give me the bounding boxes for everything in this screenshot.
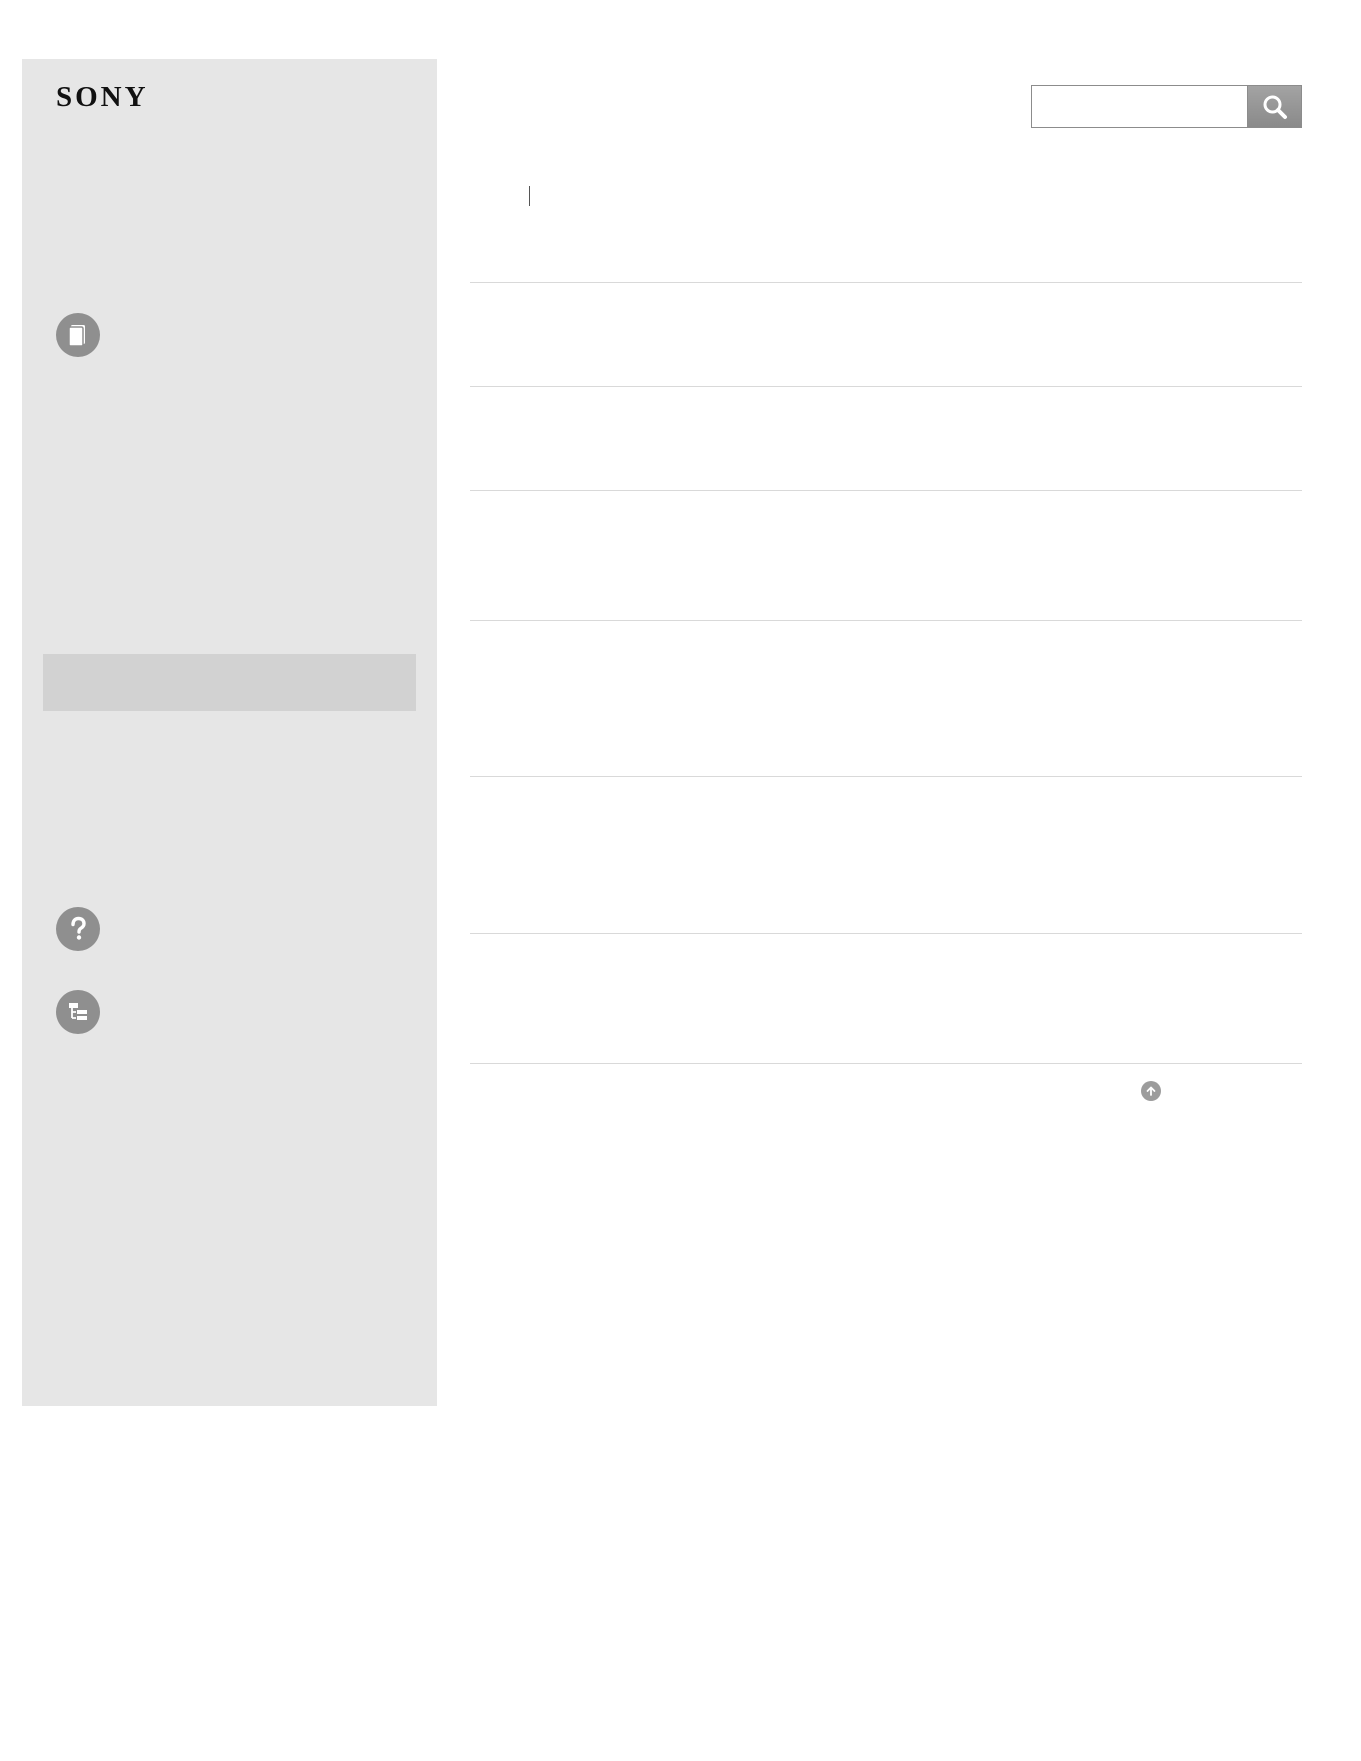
back-to-top-icon[interactable] — [1141, 1081, 1161, 1101]
breadcrumb-separator — [529, 186, 530, 206]
section-divider — [470, 933, 1302, 934]
section-divider — [470, 490, 1302, 491]
section-divider — [470, 1063, 1302, 1064]
section-divider — [470, 620, 1302, 621]
sidebar: SONY — [22, 59, 437, 1406]
help-icon[interactable] — [56, 907, 100, 951]
book-icon[interactable] — [56, 313, 100, 357]
sitemap-icon[interactable] — [56, 990, 100, 1034]
search-button[interactable] — [1247, 86, 1301, 127]
sidebar-selected-item[interactable] — [43, 654, 416, 711]
search-icon — [1263, 95, 1287, 119]
section-divider — [470, 776, 1302, 777]
section-divider — [470, 282, 1302, 283]
sony-logo[interactable]: SONY — [56, 81, 149, 114]
search-input[interactable] — [1032, 86, 1247, 127]
search-bar — [1031, 85, 1302, 128]
section-divider — [470, 386, 1302, 387]
